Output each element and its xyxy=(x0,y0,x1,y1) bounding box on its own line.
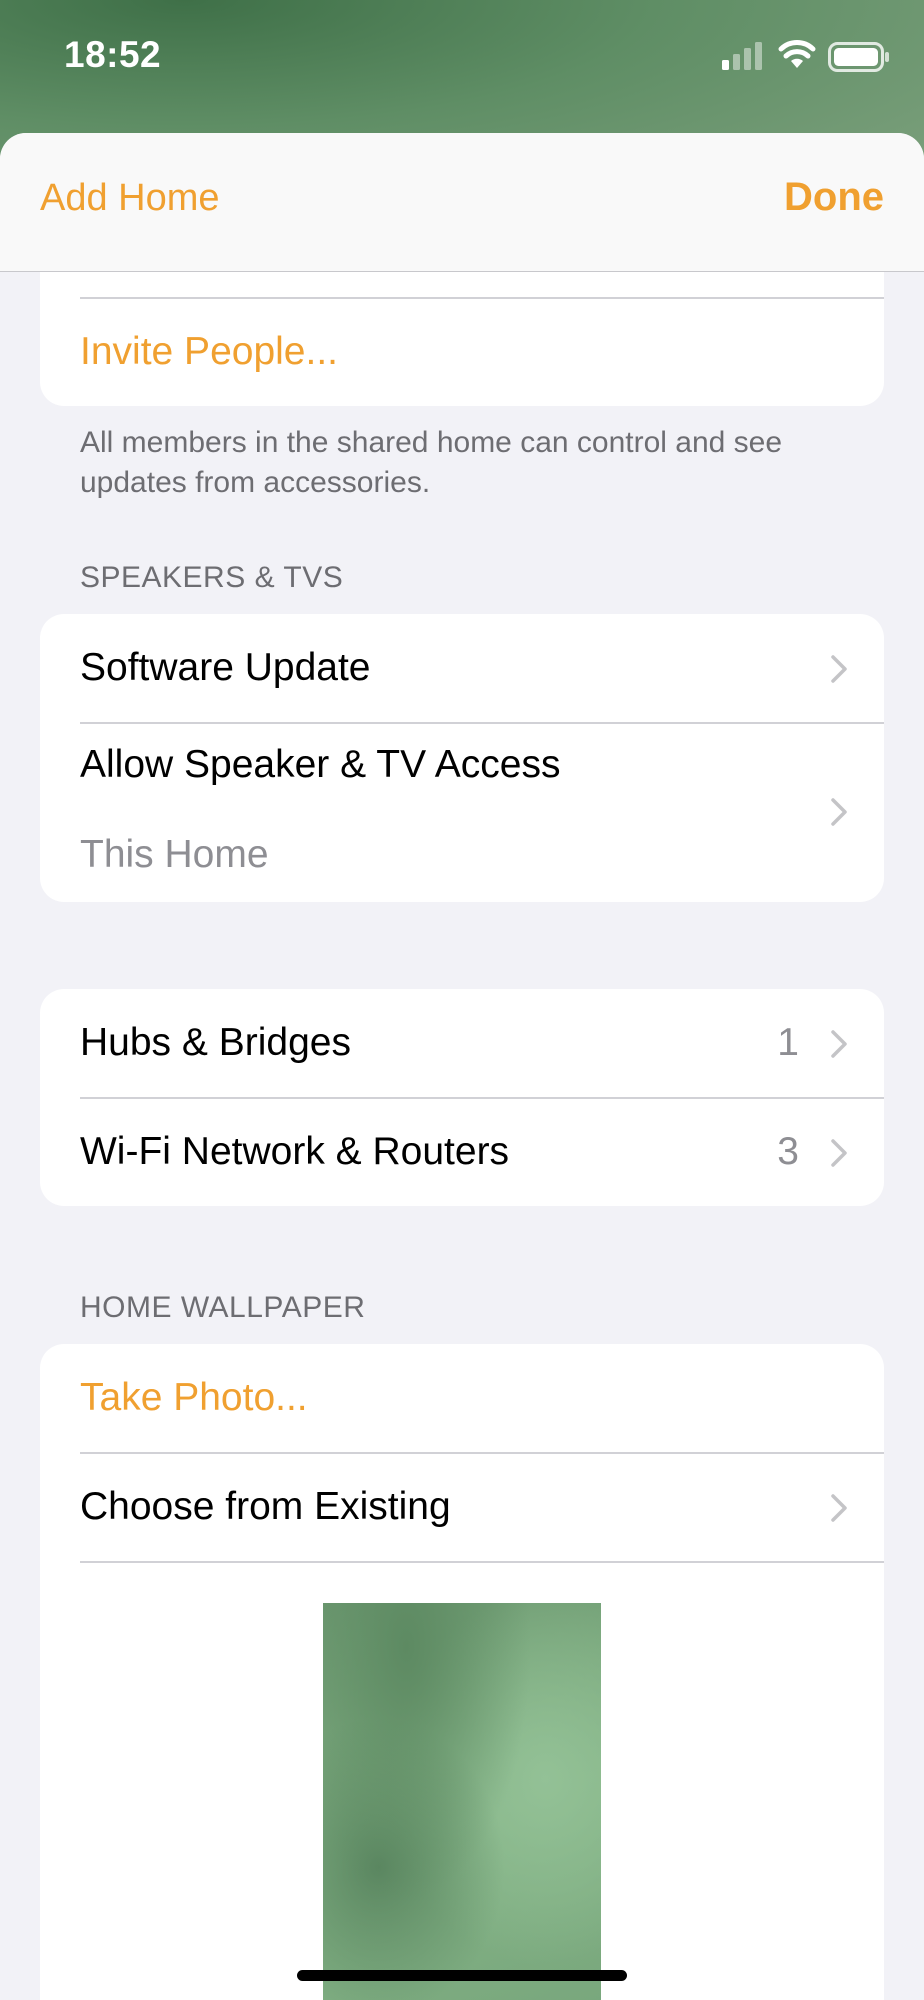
battery-icon xyxy=(828,42,889,72)
cellular-signal-icon xyxy=(722,42,762,70)
home-settings-sheet: Add Home Done Invite People... All membe… xyxy=(0,133,924,2000)
chevron-right-icon xyxy=(831,1494,847,1522)
navigation-bar: Add Home Done xyxy=(0,133,924,272)
wifi-routers-count: 3 xyxy=(777,1130,799,1173)
take-photo-label: Take Photo... xyxy=(80,1376,308,1419)
wallpaper-section-header: HOME WALLPAPER xyxy=(80,1291,366,1324)
choose-existing-row[interactable]: Choose from Existing xyxy=(40,1453,884,1561)
invite-people-label: Invite People... xyxy=(80,330,338,373)
status-bar: 18:52 xyxy=(0,0,924,120)
row-separator xyxy=(80,1561,884,1563)
choose-existing-label: Choose from Existing xyxy=(80,1485,451,1528)
hubs-bridges-label: Hubs & Bridges xyxy=(80,1021,351,1064)
invite-people-row[interactable]: Invite People... xyxy=(40,298,884,406)
add-home-button[interactable]: Add Home xyxy=(40,177,220,220)
chevron-right-icon xyxy=(831,1030,847,1058)
people-group: Invite People... xyxy=(40,272,884,406)
wifi-routers-label: Wi-Fi Network & Routers xyxy=(80,1130,510,1173)
software-update-row[interactable]: Software Update xyxy=(40,614,884,722)
allow-speaker-access-row[interactable]: Allow Speaker & TV Access This Home xyxy=(40,723,884,902)
allow-speaker-access-label: Allow Speaker & TV Access xyxy=(80,743,561,786)
sharing-footer: All members in the shared home can contr… xyxy=(80,426,783,499)
allow-speaker-access-value: This Home xyxy=(80,833,269,876)
network-group: Hubs & Bridges 1 Wi-Fi Network & Routers… xyxy=(40,989,884,1206)
done-button[interactable]: Done xyxy=(784,175,884,220)
chevron-right-icon xyxy=(831,655,847,683)
status-time: 18:52 xyxy=(64,34,162,75)
hubs-bridges-count: 1 xyxy=(777,1021,799,1064)
home-indicator[interactable] xyxy=(297,1970,627,1981)
speakers-section-header: SPEAKERS & TVS xyxy=(80,561,344,594)
speakers-group: Software Update Allow Speaker & TV Acces… xyxy=(40,614,884,902)
wifi-routers-row[interactable]: Wi-Fi Network & Routers 3 xyxy=(40,1098,884,1206)
hubs-bridges-row[interactable]: Hubs & Bridges 1 xyxy=(40,989,884,1097)
software-update-label: Software Update xyxy=(80,646,371,689)
chevron-right-icon xyxy=(831,1139,847,1167)
wallpaper-preview-row xyxy=(40,1601,884,2000)
chevron-right-icon xyxy=(831,798,847,826)
wallpaper-group: Take Photo... Choose from Existing xyxy=(40,1344,884,2000)
wifi-icon xyxy=(778,40,816,68)
wallpaper-preview-image[interactable] xyxy=(323,1603,601,2000)
take-photo-row[interactable]: Take Photo... xyxy=(40,1344,884,1452)
